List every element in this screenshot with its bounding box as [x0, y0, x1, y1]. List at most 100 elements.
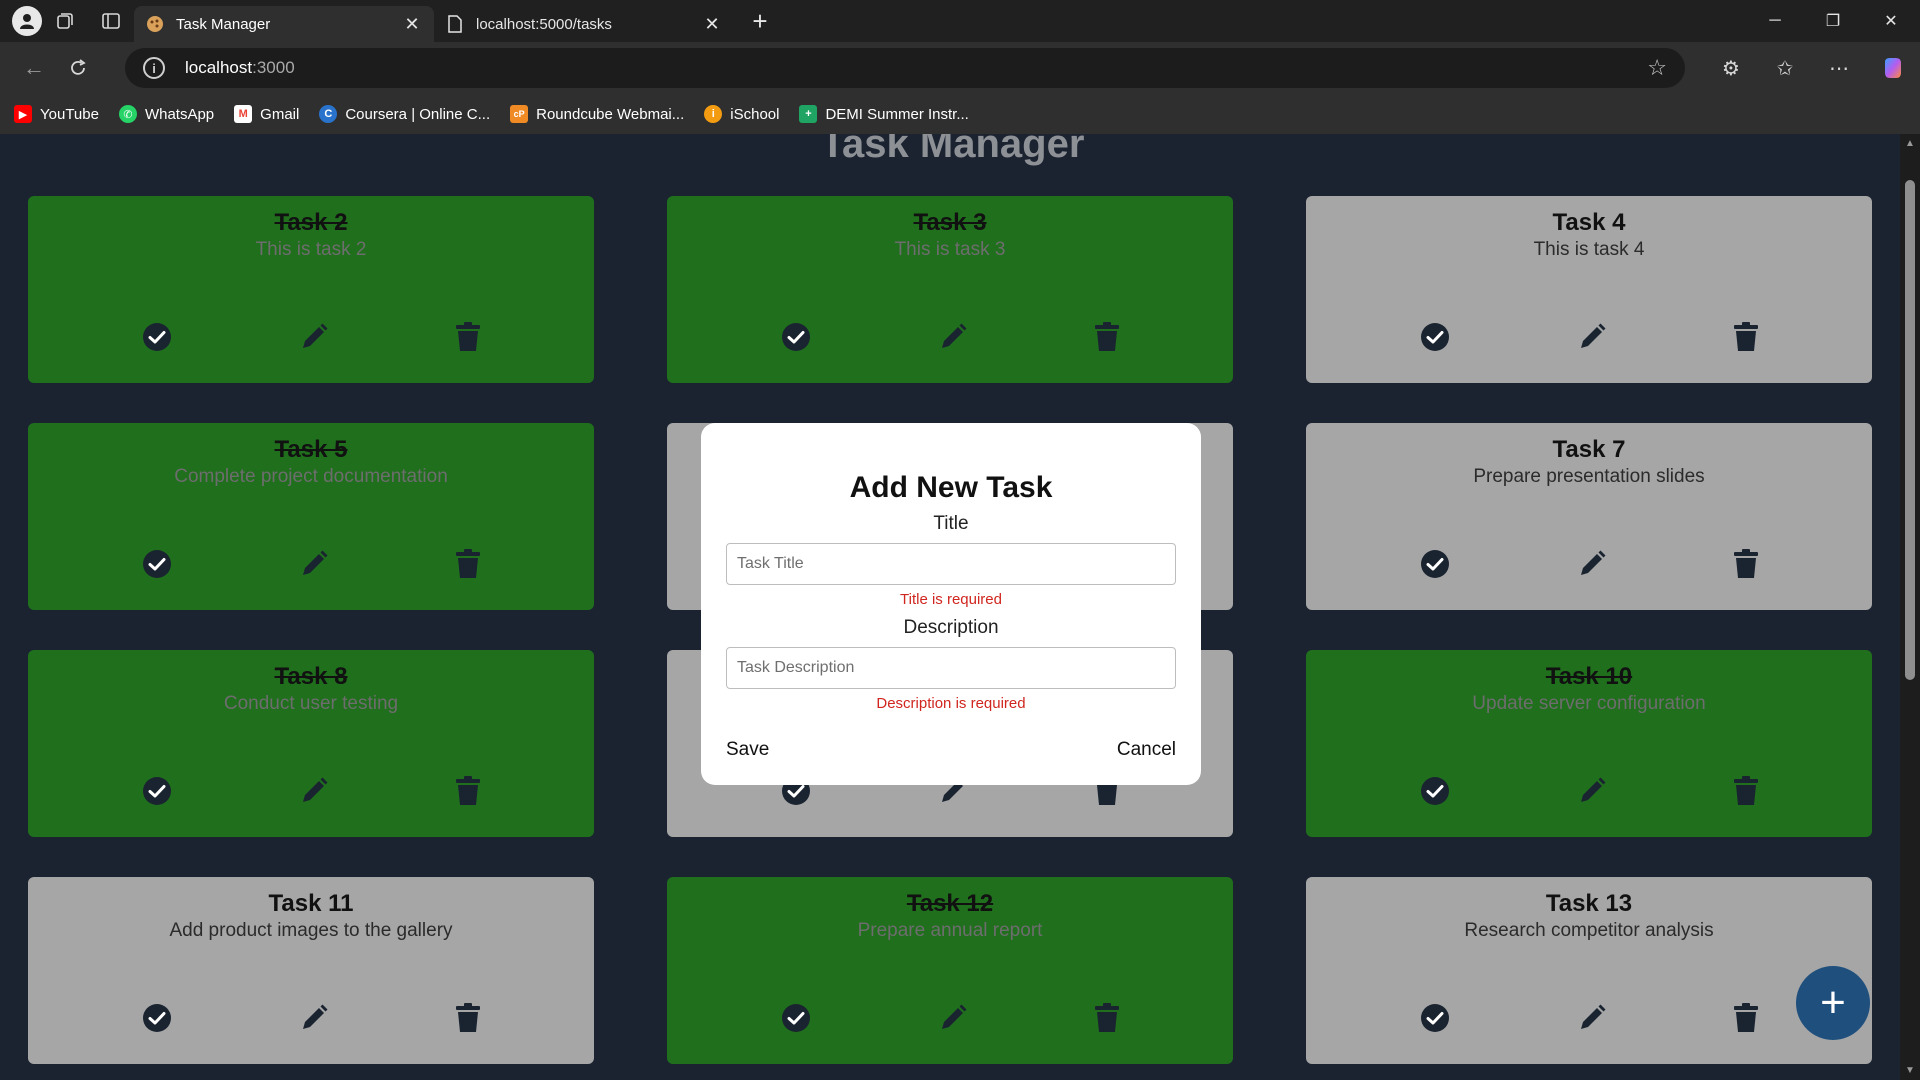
- task-description: This is task 4: [1533, 239, 1645, 260]
- task-title: Task 4: [1552, 209, 1626, 236]
- task-description: Research competitor analysis: [1464, 920, 1714, 941]
- scroll-down-icon[interactable]: ▼: [1905, 1065, 1915, 1076]
- complete-check-icon[interactable]: [1419, 774, 1451, 808]
- task-title-input[interactable]: [726, 543, 1176, 585]
- more-menu-icon[interactable]: ⋯: [1812, 56, 1866, 81]
- favorite-star-icon[interactable]: ☆: [1647, 55, 1667, 81]
- delete-trash-icon[interactable]: [1730, 774, 1762, 808]
- delete-trash-icon[interactable]: [1091, 320, 1123, 354]
- back-icon[interactable]: ←: [12, 48, 56, 88]
- profile-avatar[interactable]: [12, 6, 42, 36]
- close-tab-icon[interactable]: ✕: [402, 14, 422, 35]
- minimize-icon[interactable]: ─: [1746, 0, 1804, 42]
- complete-check-icon[interactable]: [780, 320, 812, 354]
- delete-trash-icon[interactable]: [1730, 547, 1762, 581]
- sheets-icon: +: [799, 105, 818, 123]
- tab-task-manager[interactable]: Task Manager ✕: [134, 6, 434, 42]
- edit-pencil-icon[interactable]: [298, 547, 330, 581]
- close-tab-icon[interactable]: ✕: [702, 14, 722, 35]
- edit-pencil-icon[interactable]: [298, 1001, 330, 1035]
- cancel-button[interactable]: Cancel: [1117, 739, 1176, 761]
- delete-trash-icon[interactable]: [452, 774, 484, 808]
- page-favicon-icon: [446, 15, 464, 33]
- edit-pencil-icon[interactable]: [298, 774, 330, 808]
- copilot-icon[interactable]: [1866, 56, 1920, 80]
- delete-trash-icon[interactable]: [1091, 1001, 1123, 1035]
- bookmark-whatsapp[interactable]: ✆ WhatsApp: [118, 105, 214, 123]
- complete-check-icon[interactable]: [1419, 547, 1451, 581]
- site-info-icon[interactable]: i: [143, 57, 165, 79]
- new-tab-button[interactable]: +: [740, 6, 780, 37]
- complete-check-icon[interactable]: [141, 1001, 173, 1035]
- edit-pencil-icon[interactable]: [1576, 1001, 1608, 1035]
- task-title: Task 12: [906, 890, 994, 917]
- task-card: Task 13 Research competitor analysis: [1306, 877, 1872, 1064]
- bookmark-gmail[interactable]: M Gmail: [234, 105, 299, 123]
- bookmark-roundcube[interactable]: cP Roundcube Webmai...: [510, 105, 684, 123]
- complete-check-icon[interactable]: [141, 774, 173, 808]
- delete-trash-icon[interactable]: [1730, 320, 1762, 354]
- complete-check-icon[interactable]: [141, 320, 173, 354]
- gmail-icon: M: [234, 105, 253, 123]
- task-title: Task 5: [274, 436, 348, 463]
- complete-check-icon[interactable]: [141, 547, 173, 581]
- task-description-input[interactable]: [726, 647, 1176, 689]
- save-button[interactable]: Save: [726, 739, 769, 761]
- edit-pencil-icon[interactable]: [1576, 547, 1608, 581]
- task-title: Task 11: [268, 890, 354, 917]
- bookmark-demi[interactable]: + DEMI Summer Instr...: [799, 105, 969, 123]
- workspaces-icon[interactable]: [42, 0, 88, 42]
- modal-heading: Add New Task: [849, 471, 1053, 504]
- url-input[interactable]: i localhost:3000 ☆: [125, 48, 1685, 88]
- tab-title: Task Manager: [176, 15, 271, 33]
- tab-localhost-5000[interactable]: localhost:5000/tasks ✕: [434, 6, 734, 42]
- edit-pencil-icon[interactable]: [1576, 774, 1608, 808]
- add-task-modal: Add New Task Title Title is required Des…: [701, 423, 1201, 785]
- react-favicon-icon: [146, 15, 164, 33]
- task-title: Task 10: [1545, 663, 1633, 690]
- bookmark-label: DEMI Summer Instr...: [825, 105, 969, 123]
- complete-check-icon[interactable]: [1419, 320, 1451, 354]
- edit-pencil-icon[interactable]: [937, 320, 969, 354]
- url-host: localhost: [185, 58, 253, 77]
- delete-trash-icon[interactable]: [452, 547, 484, 581]
- edit-pencil-icon[interactable]: [1576, 320, 1608, 354]
- reload-icon[interactable]: [56, 48, 100, 88]
- task-card: Task 10 Update server configuration: [1306, 650, 1872, 837]
- delete-trash-icon[interactable]: [1730, 1001, 1762, 1035]
- bookmark-youtube[interactable]: ▶ YouTube: [14, 105, 99, 123]
- close-window-icon[interactable]: ✕: [1862, 0, 1920, 42]
- task-description: Complete project documentation: [174, 466, 448, 487]
- page-title: Task Manager: [820, 134, 1085, 166]
- title-label: Title: [933, 513, 969, 534]
- scroll-up-icon[interactable]: ▲: [1905, 138, 1915, 149]
- coursera-icon: C: [319, 105, 338, 123]
- description-label: Description: [903, 617, 999, 638]
- task-description: Update server configuration: [1472, 693, 1706, 714]
- delete-trash-icon[interactable]: [452, 1001, 484, 1035]
- person-icon: [20, 14, 34, 29]
- vertical-tabs-icon[interactable]: [88, 0, 134, 42]
- tab-title: localhost:5000/tasks: [476, 15, 612, 33]
- task-card: Task 4 This is task 4: [1306, 196, 1872, 383]
- favorites-icon[interactable]: ✩: [1758, 56, 1812, 81]
- delete-trash-icon[interactable]: [452, 320, 484, 354]
- bookmark-ischool[interactable]: i iSchool: [704, 105, 779, 123]
- edit-pencil-icon[interactable]: [937, 1001, 969, 1035]
- bookmarks-bar: ▶ YouTube ✆ WhatsApp M Gmail C Coursera | On…: [0, 94, 1920, 134]
- page-scrollbar[interactable]: ▲ ▼: [1900, 134, 1920, 1080]
- bookmark-coursera[interactable]: C Coursera | Online C...: [319, 105, 490, 123]
- scrollbar-thumb[interactable]: [1905, 180, 1915, 680]
- url-port: :3000: [252, 58, 295, 77]
- whatsapp-icon: ✆: [118, 105, 137, 123]
- bookmark-label: iSchool: [730, 105, 780, 123]
- ischool-icon: i: [704, 105, 723, 123]
- complete-check-icon[interactable]: [1419, 1001, 1451, 1035]
- extensions-icon[interactable]: ⚙: [1704, 56, 1758, 81]
- complete-check-icon[interactable]: [780, 1001, 812, 1035]
- task-title: Task 13: [1545, 890, 1633, 917]
- edit-pencil-icon[interactable]: [298, 320, 330, 354]
- restore-icon[interactable]: ❐: [1804, 0, 1862, 42]
- add-task-button[interactable]: +: [1796, 966, 1870, 1040]
- task-card: Task 5 Complete project documentation: [28, 423, 594, 610]
